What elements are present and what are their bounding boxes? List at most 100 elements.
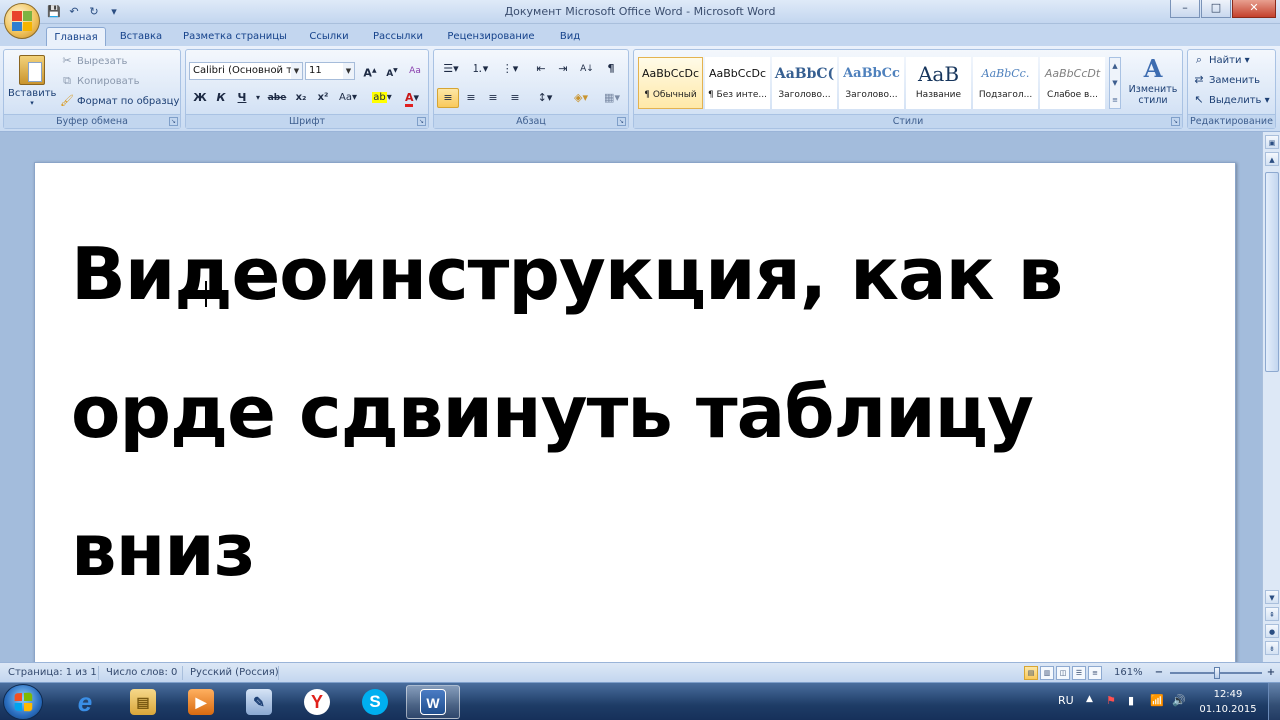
bold-button[interactable]: Ж [189,88,211,108]
select-button[interactable]: ↖ Выделить ▾ [1192,92,1269,110]
scrollbar-thumb[interactable] [1265,172,1279,372]
tab-view[interactable]: Вид [552,27,588,46]
change-styles-button[interactable]: A Изменить стили [1126,54,1180,114]
copy-button[interactable]: ⧉ Копировать [60,73,139,91]
start-button[interactable] [3,684,43,720]
style-heading-2[interactable]: AaBbCc Заголово... [839,57,904,109]
align-center-button[interactable]: ≡ [460,88,482,108]
tab-page-layout[interactable]: Разметка страницы [178,27,292,46]
font-color-button[interactable]: A▾ [398,88,426,108]
taskbar-app-explorer[interactable]: ▤ [116,685,170,719]
shrink-font-button[interactable]: A▼ [381,61,403,81]
document-page[interactable]: Видеоинструкция, как в орде сдвинуть таб… [34,162,1236,682]
clear-format-button[interactable]: Aa [404,61,426,81]
sort-button[interactable]: А↓ [576,59,598,79]
underline-dropdown-icon[interactable]: ▾ [252,88,264,108]
minimize-button[interactable]: – [1170,0,1200,18]
italic-button[interactable]: К [210,88,232,108]
style-subtitle[interactable]: AaBbCc. Подзагол... [973,57,1038,109]
increase-indent-button[interactable]: ⇥ [552,59,574,79]
tray-expand-icon[interactable]: ▲ [1086,694,1093,704]
ruler-toggle-icon[interactable]: ▣ [1265,135,1279,149]
style-normal[interactable]: AaBbCcDc ¶ Обычный [638,57,703,109]
numbering-button[interactable]: ⒈▾ [466,59,494,79]
taskbar-app-paint[interactable]: ✎ [232,685,286,719]
paragraph-launcher-icon[interactable]: ↘ [617,117,626,126]
cut-button[interactable]: ✂ Вырезать [60,53,127,71]
outline-view-icon[interactable]: ☰ [1072,666,1086,680]
font-name-combo[interactable]: Calibri (Основной те ▼ [189,62,303,80]
style-no-spacing[interactable]: AaBbCcDc ¶ Без инте... [705,57,770,109]
style-heading-1[interactable]: AaBbC( Заголово... [772,57,837,109]
font-size-combo[interactable]: 11 ▼ [305,62,355,80]
draft-view-icon[interactable]: ≡ [1088,666,1102,680]
align-left-button[interactable]: ≡ [437,88,459,108]
web-layout-icon[interactable]: ◫ [1056,666,1070,680]
browse-object-icon[interactable]: ● [1265,624,1279,638]
taskbar: e ▤ ▶ ✎ Y S W RU ▲ ⚑ ▮ 📶 🔊 12:49 01.10.2… [0,682,1280,720]
word-count[interactable]: Число слов: 0 [106,663,177,683]
page-count[interactable]: Страница: 1 из 1 [8,663,97,683]
highlight-button[interactable]: ab▾ [366,88,398,108]
input-language[interactable]: RU [1058,694,1074,707]
show-desktop-button[interactable] [1268,683,1280,720]
maximize-button[interactable]: □ [1201,0,1231,18]
zoom-out-button[interactable]: − [1152,663,1166,683]
next-page-icon[interactable]: ⇟ [1265,641,1279,655]
tab-insert[interactable]: Вставка [112,27,170,46]
line-spacing-button[interactable]: ↕▾ [530,88,560,108]
taskbar-app-word[interactable]: W [406,685,460,719]
action-center-icon[interactable]: ⚑ [1106,694,1116,707]
change-case-button[interactable]: Aa▾ [334,88,362,108]
close-button[interactable]: ✕ [1232,0,1276,18]
find-button[interactable]: ⌕ Найти ▾ [1192,52,1250,70]
tab-home[interactable]: Главная [46,27,106,46]
clipboard-launcher-icon[interactable]: ↘ [169,117,178,126]
vertical-scrollbar[interactable]: ▣ ▲ ▼ ⇞ ● ⇟ [1262,132,1280,662]
taskbar-app-yandex[interactable]: Y [290,685,344,719]
style-subtle-emphasis[interactable]: AaBbCcDt Слабое в... [1040,57,1105,109]
battery-icon[interactable]: ▮ [1128,694,1134,707]
format-painter-button[interactable]: 🖌 Формат по образцу [60,93,179,111]
show-marks-button[interactable]: ¶ [600,59,622,79]
tab-mailings[interactable]: Рассылки [366,27,430,46]
scroll-up-icon[interactable]: ▲ [1265,152,1279,166]
taskbar-app-ie[interactable]: e [58,685,112,719]
scroll-down-icon[interactable]: ▼ [1265,590,1279,604]
system-clock[interactable]: 12:49 01.10.2015 [1196,687,1260,717]
superscript-button[interactable]: x² [312,88,334,108]
justify-button[interactable]: ≡ [504,88,526,108]
multilevel-list-button[interactable]: ⋮▾ [496,59,524,79]
tab-references[interactable]: Ссылки [300,27,358,46]
bullets-button[interactable]: ☰▾ [437,59,465,79]
styles-launcher-icon[interactable]: ↘ [1171,117,1180,126]
print-layout-view-icon[interactable]: ▤ [1024,666,1038,680]
paste-button[interactable]: Вставить ▾ [8,53,56,113]
taskbar-app-media[interactable]: ▶ [174,685,228,719]
font-launcher-icon[interactable]: ↘ [417,117,426,126]
document-text[interactable]: Видеоинструкция, как в орде сдвинуть таб… [71,205,1221,619]
underline-button[interactable]: Ч [231,88,253,108]
style-title[interactable]: AaB Название [906,57,971,109]
zoom-level[interactable]: 161% [1114,663,1143,683]
align-right-button[interactable]: ≡ [482,88,504,108]
zoom-slider-thumb[interactable] [1214,667,1220,679]
skype-icon: S [362,689,388,715]
tab-review[interactable]: Рецензирование [438,27,544,46]
grow-font-button[interactable]: A▲ [359,61,381,81]
network-icon[interactable]: 📶 [1150,694,1164,707]
taskbar-app-skype[interactable]: S [348,685,402,719]
previous-page-icon[interactable]: ⇞ [1265,607,1279,621]
language-indicator[interactable]: Русский (Россия) [190,663,279,683]
shading-button[interactable]: ◈▾ [566,88,596,108]
borders-button[interactable]: ▦▾ [598,88,626,108]
subscript-button[interactable]: x₂ [290,88,312,108]
strikethrough-button[interactable]: abe [266,88,288,108]
office-button[interactable] [4,3,40,39]
full-screen-reading-icon[interactable]: ▥ [1040,666,1054,680]
styles-scroll[interactable]: ▲ ▼ ≡ [1109,57,1121,109]
zoom-in-button[interactable]: + [1264,663,1278,683]
replace-button[interactable]: ⇄ Заменить [1192,72,1260,90]
volume-icon[interactable]: 🔊 [1172,694,1186,707]
decrease-indent-button[interactable]: ⇤ [530,59,552,79]
